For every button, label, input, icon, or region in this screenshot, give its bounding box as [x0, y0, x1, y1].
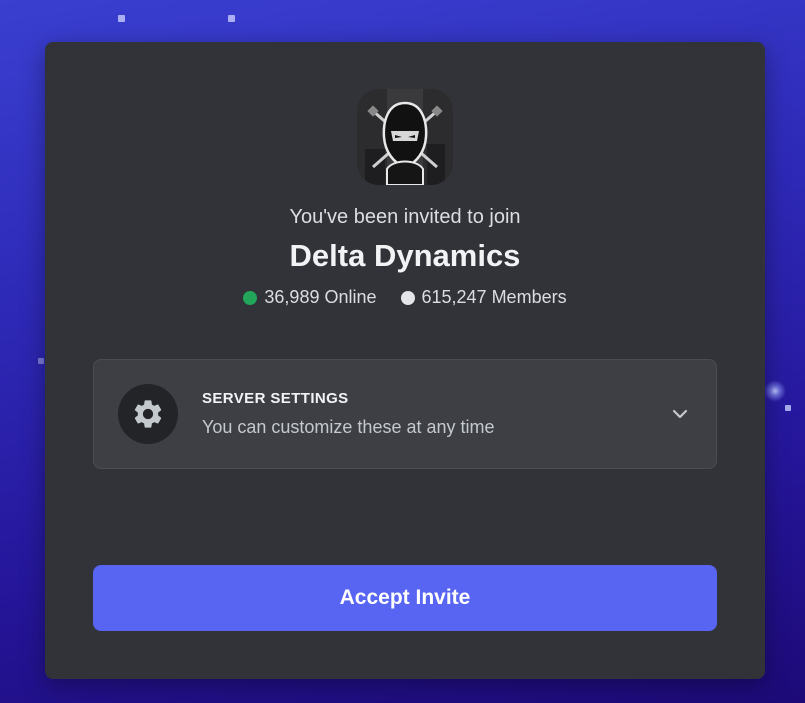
members-status-dot [400, 290, 415, 305]
invite-modal: You've been invited to join Delta Dynami… [45, 42, 765, 679]
background-star [785, 405, 791, 411]
online-status-dot [243, 290, 258, 305]
gear-icon [118, 384, 178, 444]
online-stat: 36,989 Online [243, 287, 377, 308]
server-name: Delta Dynamics [289, 238, 521, 273]
background-star [118, 15, 125, 22]
background-sparkle [764, 380, 786, 402]
accept-invite-button[interactable]: Accept Invite [93, 565, 717, 631]
background-star [38, 358, 44, 364]
server-settings-title: SERVER SETTINGS [202, 390, 349, 407]
server-icon [357, 89, 453, 185]
invite-intro-text: You've been invited to join [289, 206, 521, 228]
chevron-down-icon[interactable] [670, 404, 690, 424]
member-count: 615,247 Members [421, 287, 567, 307]
server-settings-subtitle: You can customize these at any time [202, 417, 495, 437]
online-count: 36,989 Online [264, 287, 377, 307]
members-stat: 615,247 Members [400, 287, 567, 308]
server-settings-dropdown[interactable]: SERVER SETTINGS You can customize these … [93, 359, 717, 469]
server-stats: 36,989 Online 615,247 Members [45, 287, 765, 308]
background-star [228, 15, 235, 22]
